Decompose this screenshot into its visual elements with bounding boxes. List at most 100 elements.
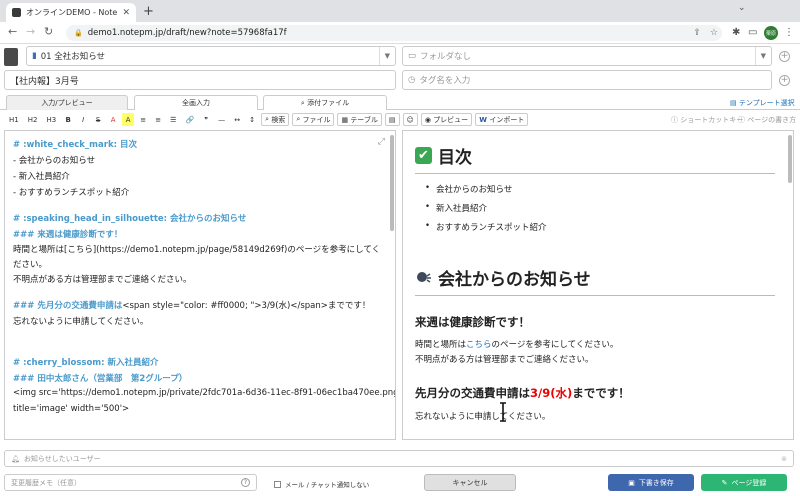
pencil-icon: ✎	[721, 478, 728, 487]
preview-scrollbar[interactable]	[788, 135, 792, 183]
table-button[interactable]: ▦ テーブル	[337, 113, 382, 126]
add-tag-icon[interactable]: +	[779, 75, 790, 86]
save-draft-button[interactable]: ▣ 下書き保存	[608, 474, 694, 491]
tag-icon: ◷	[408, 75, 416, 85]
url-field[interactable]: 🔒 demo1.notepm.jp/draft/new?note=57968fa…	[66, 25, 722, 41]
title-input[interactable]: 【社内報】3月号	[4, 70, 396, 90]
no-notify-label: メール / チャット通知しない	[285, 481, 370, 489]
check-mark-icon: ✔	[415, 147, 432, 164]
howto-link[interactable]: ⓘ ページの書き方	[738, 115, 796, 125]
search-button[interactable]: ⌕ 検索	[261, 113, 290, 126]
shortcut-link[interactable]: ⓘ ショートカットキー	[671, 115, 743, 125]
heading-rule	[415, 295, 775, 296]
profile-menu-icon[interactable]: ▭	[748, 27, 757, 38]
doc-button[interactable]: ▤	[384, 113, 400, 126]
section-heading: 会社からのお知らせ	[415, 265, 591, 290]
back-icon[interactable]: ←	[8, 25, 17, 38]
tab-attachments[interactable]: ⌕ 添付ファイル	[263, 95, 387, 110]
bullet-list-button[interactable]: ≡	[137, 113, 149, 126]
markdown-editor[interactable]: ⤢ # :white_check_mark: 目次 - 会社からのお知らせ - …	[4, 130, 396, 440]
md-span-part: <span style="color: #ff0000; ">3/9(水)</s…	[122, 301, 371, 311]
toc-heading-text: 目次	[438, 148, 472, 168]
howto-label: ページの書き方	[747, 116, 797, 124]
notepm-logo[interactable]	[4, 48, 18, 66]
text-cursor-icon	[500, 402, 506, 422]
browser-tab[interactable]: オンラインDEMO - NotePM ✕	[6, 3, 136, 22]
md-line: ### 来週は健康診断です！	[13, 230, 123, 240]
md-line: # :cherry_blossom: 新入社員紹介	[13, 358, 159, 368]
tag-placeholder: タグ名を入力	[419, 76, 471, 86]
notify-users-input[interactable]: 🔔︎ お知らせしたいユーザー ⊗	[4, 450, 794, 467]
extensions-icon[interactable]: ✱	[732, 27, 740, 38]
doc-icon: ▤	[388, 115, 396, 124]
preview-label: プレビュー	[433, 115, 469, 124]
here-link[interactable]: こちら	[466, 340, 492, 350]
md-line: # :white_check_mark: 目次	[13, 140, 137, 150]
highlight-button[interactable]: A	[122, 113, 135, 126]
link-icon[interactable]: 🔗	[182, 113, 197, 126]
browser-menu-icon[interactable]: ⋮	[784, 27, 794, 38]
strike-button[interactable]: S	[92, 113, 104, 126]
browser-address-bar: ← → ↻ 🔒 demo1.notepm.jp/draft/new?note=5…	[0, 22, 800, 44]
toc-item: 会社からのお知らせ	[425, 183, 512, 195]
section-heading-text: 会社からのお知らせ	[438, 270, 591, 290]
change-memo-input[interactable]: 変更履歴メモ（任意） ?	[4, 474, 257, 491]
bell-icon: 🔔︎	[11, 454, 20, 463]
document-icon: ▤	[730, 99, 739, 107]
expand-icon[interactable]: ⤢	[378, 137, 385, 147]
clear-icon[interactable]: ⊗	[781, 455, 787, 463]
forward-icon[interactable]: →	[26, 25, 35, 38]
file-label: ファイル	[302, 115, 331, 124]
md-line: 時間と場所は[こちら](https://demo1.notepm.jp/page…	[13, 245, 381, 255]
fare-before: 先月分の交通費申請は	[415, 386, 530, 400]
close-tab-icon[interactable]: ✕	[122, 8, 130, 18]
preview-button[interactable]: ◉ プレビュー	[420, 113, 473, 126]
numbered-list-button[interactable]: ≡	[152, 113, 164, 126]
tab-search-icon[interactable]: ⌄	[738, 3, 746, 13]
preview-paragraph: 忘れないように申請してください。	[415, 412, 551, 422]
template-select-link[interactable]: ▤ テンプレート選択	[730, 98, 795, 108]
tab-attachments-label: 添付ファイル	[307, 99, 350, 107]
italic-button[interactable]: I	[77, 113, 89, 126]
editor-scrollbar[interactable]	[390, 135, 394, 231]
folder2-select[interactable]: ▭ フォルダなし ▼	[402, 46, 772, 66]
browser-profile-avatar[interactable]: 栗原	[764, 26, 778, 40]
checklist-button[interactable]: ☰	[167, 113, 179, 126]
import-button[interactable]: W インポート	[475, 113, 529, 126]
h3-button[interactable]: H3	[43, 113, 59, 126]
tab-input-preview[interactable]: 入力/プレビュー	[6, 95, 128, 110]
share-icon[interactable]: ⇪	[693, 28, 701, 38]
template-select-label: テンプレート選択	[738, 99, 795, 107]
bookmark-star-icon[interactable]: ☆	[710, 28, 718, 38]
mode-tabs: 入力/プレビュー 全画入力 ⌕ 添付ファイル	[0, 95, 800, 110]
checkbox-box[interactable]	[274, 480, 281, 488]
tab-full-input[interactable]: 全画入力	[134, 95, 258, 110]
collapse-horizontal-icon[interactable]: ↔	[231, 113, 243, 126]
folder-select[interactable]: ▮ 01 全社お知らせ ▼	[26, 46, 396, 66]
no-notify-checkbox[interactable]: メール / チャット通知しない	[274, 479, 369, 489]
cancel-button[interactable]: キャンセル	[424, 474, 516, 491]
horizontal-rule-button[interactable]: —	[215, 113, 228, 126]
quote-button[interactable]: ❞	[200, 113, 212, 126]
table-label: テーブル	[350, 115, 378, 124]
collapse-vertical-icon[interactable]: ↕	[246, 113, 258, 126]
h1-button[interactable]: H1	[6, 113, 22, 126]
emoji-button[interactable]: ☺	[402, 113, 418, 126]
toc-item: 新入社員紹介	[425, 202, 487, 214]
toc-item: おすすめランチスポット紹介	[425, 221, 547, 233]
tag-input[interactable]: ◷ タグ名を入力	[402, 70, 772, 90]
md-line: ### 田中太郎さん（営業部 第2グループ）	[13, 374, 188, 384]
p1-after: のページを参考にしてください。	[491, 340, 619, 350]
reload-icon[interactable]: ↻	[44, 25, 53, 38]
publish-page-button[interactable]: ✎ ページ登録	[701, 474, 787, 491]
h2-button[interactable]: H2	[25, 113, 41, 126]
text-color-button[interactable]: A	[107, 113, 119, 126]
add-folder-icon[interactable]: +	[779, 51, 790, 62]
new-tab-icon[interactable]: +	[143, 4, 154, 19]
lock-icon: 🔒	[74, 29, 83, 37]
file-button[interactable]: ⌕ ファイル	[292, 113, 335, 126]
md-line: 不明点がある方は管理部までご連絡ください。	[13, 275, 192, 285]
help-icon[interactable]: ?	[241, 478, 250, 487]
bold-button[interactable]: B	[62, 113, 74, 126]
md-line: - おすすめランチスポット紹介	[13, 188, 130, 198]
